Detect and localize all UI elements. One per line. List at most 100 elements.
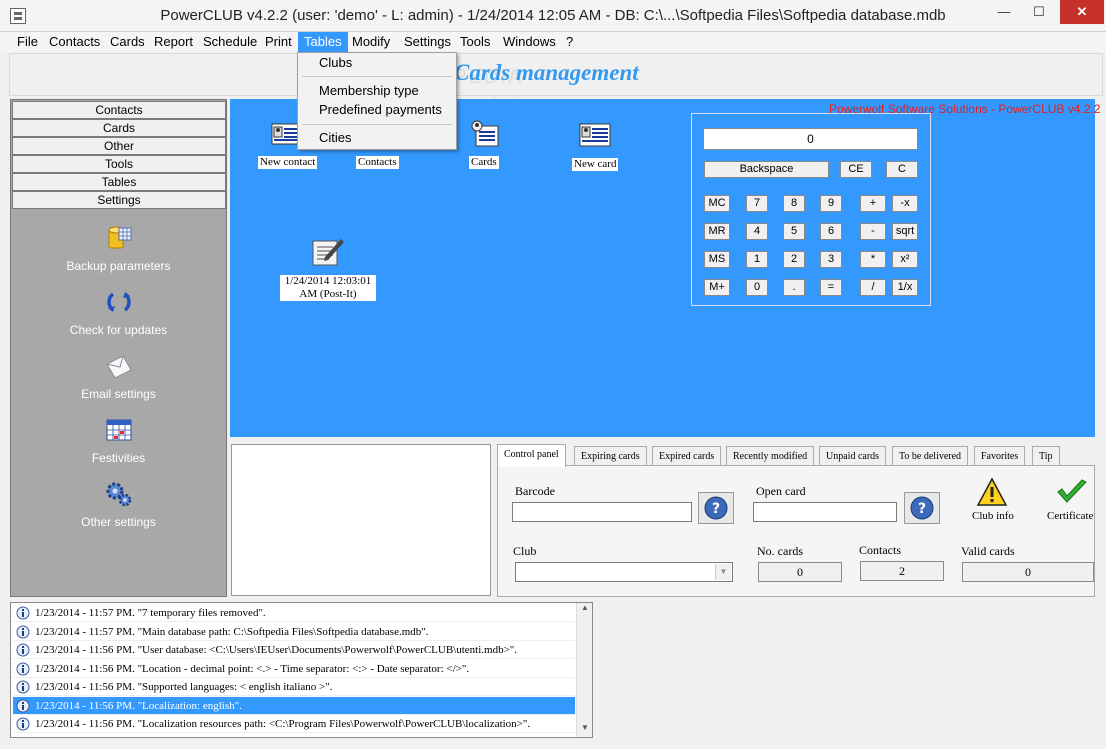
sidebar-item-label: Email settings <box>81 387 156 401</box>
scroll-down-icon[interactable]: ▼ <box>577 723 592 737</box>
menu-print[interactable]: Print <box>259 32 298 52</box>
calc-key[interactable]: MC <box>704 195 730 212</box>
log-row[interactable]: 1/23/2014 - 11:56 PM. "Supported languag… <box>13 678 575 696</box>
log-row[interactable]: 1/23/2014 - 11:56 PM. "User database: <C… <box>13 641 575 659</box>
sidebar-header-cards[interactable]: Cards <box>12 119 226 137</box>
sidebar-item-other-settings[interactable]: Other settings <box>11 480 226 544</box>
calc-key[interactable]: 0 <box>746 279 768 296</box>
sidebar-item-updates[interactable]: Check for updates <box>11 288 226 352</box>
menu-tools[interactable]: Tools <box>454 32 496 52</box>
menu-settings[interactable]: Settings <box>398 32 457 52</box>
calc-key[interactable]: = <box>820 279 842 296</box>
open-card-input[interactable] <box>753 502 897 522</box>
postit-label[interactable]: 1/24/2014 12:03:01 AM (Post-It) <box>280 275 376 301</box>
calc-key[interactable]: sqrt <box>892 223 918 240</box>
sidebar-header-other[interactable]: Other <box>12 137 226 155</box>
sidebar-item-backup[interactable]: Backup parameters <box>11 224 226 288</box>
tab-control-panel[interactable]: Control panel <box>497 444 566 467</box>
menu-report[interactable]: Report <box>148 32 199 52</box>
desktop-icon-contacts[interactable]: Contacts <box>356 156 399 169</box>
calc-key[interactable]: MR <box>704 223 730 240</box>
calc-key[interactable]: + <box>860 195 886 212</box>
calc-key[interactable]: M+ <box>704 279 730 296</box>
menu-tables[interactable]: Tables <box>298 32 348 52</box>
sidebar-header-contacts[interactable]: Contacts <box>12 101 226 119</box>
barcode-search-button[interactable]: ? <box>698 492 734 524</box>
question-icon: ? <box>704 496 728 520</box>
calc-ce-button[interactable]: CE <box>840 161 872 178</box>
notes-pane[interactable] <box>231 444 491 596</box>
tab-recently-modified[interactable]: Recently modified <box>726 446 815 466</box>
minimize-button[interactable]: — <box>987 0 1021 24</box>
menu-help[interactable]: ? <box>560 32 579 52</box>
calc-key[interactable]: 4 <box>746 223 768 240</box>
calc-key[interactable]: * <box>860 251 886 268</box>
note-pen-icon[interactable] <box>311 235 345 267</box>
menu-item-membership-type[interactable]: Membership type <box>319 82 419 100</box>
sidebar-item-label: Other settings <box>81 515 156 529</box>
event-log[interactable]: 1/23/2014 - 11:57 PM. "7 temporary files… <box>10 602 593 738</box>
desktop-icon-new-contact[interactable]: New contact <box>258 156 318 169</box>
desktop-icon-cards[interactable]: Cards <box>469 156 499 169</box>
barcode-input[interactable] <box>512 502 692 522</box>
menu-contacts[interactable]: Contacts <box>43 32 106 52</box>
calc-key[interactable]: 7 <box>746 195 768 212</box>
tab-unpaid-cards[interactable]: Unpaid cards <box>819 446 887 466</box>
calc-key[interactable]: - <box>860 223 886 240</box>
log-text: 1/23/2014 - 11:56 PM. "Localization reso… <box>35 718 531 730</box>
sidebar-item-festivities[interactable]: Festivities <box>11 416 226 480</box>
calc-key[interactable]: / <box>860 279 886 296</box>
calc-key[interactable]: x² <box>892 251 918 268</box>
scroll-up-icon[interactable]: ▲ <box>577 603 592 617</box>
club-select[interactable]: ▼ <box>515 562 733 582</box>
tab-favorites[interactable]: Favorites <box>974 446 1026 466</box>
menu-file[interactable]: File <box>11 32 44 52</box>
log-row[interactable]: 1/23/2014 - 11:56 PM. "Location - decima… <box>13 660 575 678</box>
club-info-button[interactable]: Club info <box>972 510 1014 522</box>
chevron-down-icon[interactable]: ▼ <box>715 564 731 580</box>
sidebar-header-tools[interactable]: Tools <box>12 155 226 173</box>
certificate-button[interactable]: Certificate <box>1047 510 1093 522</box>
warning-icon[interactable] <box>976 477 1008 507</box>
menu-cards[interactable]: Cards <box>104 32 151 52</box>
tab-expired-cards[interactable]: Expired cards <box>652 446 722 466</box>
calc-c-button[interactable]: C <box>886 161 918 178</box>
menu-windows[interactable]: Windows <box>497 32 562 52</box>
calc-key[interactable]: 9 <box>820 195 842 212</box>
sidebar-item-email[interactable]: Email settings <box>11 352 226 416</box>
menu-schedule[interactable]: Schedule <box>197 32 263 52</box>
calc-key[interactable]: 8 <box>783 195 805 212</box>
calc-key[interactable]: MS <box>704 251 730 268</box>
id-card-icon[interactable] <box>579 123 611 147</box>
calc-backspace-button[interactable]: Backspace <box>704 161 829 178</box>
question-icon: ? <box>910 496 934 520</box>
menu-modify[interactable]: Modify <box>346 32 396 52</box>
cards-icon[interactable] <box>468 118 500 148</box>
sidebar-header-tables[interactable]: Tables <box>12 173 226 191</box>
maximize-button[interactable]: ☐ <box>1022 0 1056 24</box>
calc-key[interactable]: . <box>783 279 805 296</box>
tab-expiring-cards[interactable]: Expiring cards <box>574 446 647 466</box>
calc-key[interactable]: 5 <box>783 223 805 240</box>
log-scrollbar[interactable]: ▲ ▼ <box>576 603 592 737</box>
open-card-search-button[interactable]: ? <box>904 492 940 524</box>
close-button[interactable]: ✕ <box>1060 0 1104 24</box>
log-row[interactable]: 1/23/2014 - 11:57 PM. "Main database pat… <box>13 623 575 641</box>
desktop-icon-new-card[interactable]: New card <box>572 158 619 171</box>
tab-to-be-delivered[interactable]: To be delivered <box>892 446 969 466</box>
log-row[interactable]: 1/23/2014 - 11:57 PM. "7 temporary files… <box>13 604 575 622</box>
tab-tip[interactable]: Tip <box>1032 446 1060 466</box>
menu-item-clubs[interactable]: Clubs <box>319 54 352 72</box>
calc-key[interactable]: 6 <box>820 223 842 240</box>
log-row[interactable]: 1/23/2014 - 11:56 PM. "Localization: eng… <box>13 696 575 715</box>
menu-item-cities[interactable]: Cities <box>319 129 352 147</box>
calc-key[interactable]: -x <box>892 195 918 212</box>
log-row[interactable]: 1/23/2014 - 11:56 PM. "Localization reso… <box>13 715 575 733</box>
calc-key[interactable]: 1/x <box>892 279 918 296</box>
calc-key[interactable]: 1 <box>746 251 768 268</box>
calc-key[interactable]: 2 <box>783 251 805 268</box>
checkmark-icon[interactable] <box>1056 478 1088 506</box>
calc-key[interactable]: 3 <box>820 251 842 268</box>
menu-item-predefined-payments[interactable]: Predefined payments <box>319 101 442 119</box>
sidebar-header-settings[interactable]: Settings <box>12 191 226 209</box>
